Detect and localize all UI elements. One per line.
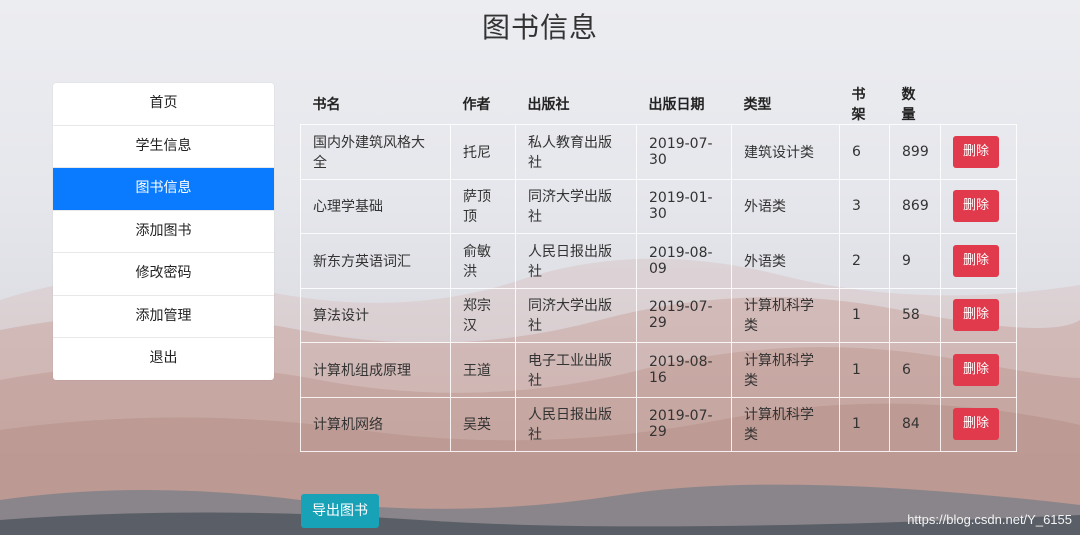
cell-quantity: 84 xyxy=(889,397,941,452)
cell-shelf: 2 xyxy=(839,233,890,289)
cell-quantity: 9 xyxy=(889,233,941,289)
cell-author: 托尼 xyxy=(450,124,516,180)
export-books-button[interactable]: 导出图书 xyxy=(301,494,379,528)
cell-publish-date: 2019-07-29 xyxy=(636,397,732,452)
cell-shelf: 1 xyxy=(839,342,890,398)
table-row: 新东方英语词汇 俞敏洪 人民日报出版社 2019-08-09 外语类 2 9 删… xyxy=(300,233,1017,289)
delete-button[interactable]: 删除 xyxy=(953,299,1000,332)
cell-category: 外语类 xyxy=(731,233,840,289)
table-row: 心理学基础 萨顶顶 同济大学出版社 2019-01-30 外语类 3 869 删… xyxy=(300,179,1017,234)
header-shelf: 书架 xyxy=(851,87,866,123)
delete-button[interactable]: 删除 xyxy=(953,135,1000,168)
cell-shelf: 1 xyxy=(839,397,890,452)
cell-publisher: 私人教育出版社 xyxy=(515,124,637,180)
cell-publisher: 同济大学出版社 xyxy=(515,288,637,343)
cell-author: 吴英 xyxy=(450,397,516,452)
cell-category: 建筑设计类 xyxy=(731,124,840,180)
header-author: 作者 xyxy=(462,97,491,113)
cell-category: 外语类 xyxy=(731,179,840,234)
cell-category: 计算机科学类 xyxy=(731,342,840,398)
cell-publish-date: 2019-07-29 xyxy=(636,288,732,343)
cell-publish-date: 2019-08-16 xyxy=(636,342,732,398)
book-table-container: 书名 作者 出版社 出版日期 类型 书架 数量 国内外建筑风格大全 托尼 私人教… xyxy=(300,84,1017,452)
table-row: 计算机网络 吴英 人民日报出版社 2019-07-29 计算机科学类 1 84 … xyxy=(300,397,1017,452)
delete-button[interactable]: 删除 xyxy=(953,408,1000,441)
cell-quantity: 58 xyxy=(889,288,941,343)
cell-title: 算法设计 xyxy=(300,288,451,343)
sidebar-item-home[interactable]: 首页 xyxy=(53,83,274,126)
sidebar-item-change-password[interactable]: 修改密码 xyxy=(53,253,274,296)
cell-title: 心理学基础 xyxy=(300,179,451,234)
cell-author: 俞敏洪 xyxy=(450,233,516,289)
cell-shelf: 1 xyxy=(839,288,890,343)
cell-actions: 删除 xyxy=(940,233,1017,289)
cell-actions: 删除 xyxy=(940,288,1017,343)
header-title: 书名 xyxy=(312,97,341,113)
cell-publisher: 人民日报出版社 xyxy=(515,233,637,289)
cell-quantity: 6 xyxy=(889,342,941,398)
cell-publisher: 电子工业出版社 xyxy=(515,342,637,398)
cell-author: 王道 xyxy=(450,342,516,398)
delete-button[interactable]: 删除 xyxy=(953,190,1000,223)
cell-title: 新东方英语词汇 xyxy=(300,233,451,289)
cell-title: 计算机组成原理 xyxy=(300,342,451,398)
table-row: 国内外建筑风格大全 托尼 私人教育出版社 2019-07-30 建筑设计类 6 … xyxy=(300,124,1017,180)
header-publisher: 出版社 xyxy=(527,97,570,113)
sidebar: 首页 学生信息 图书信息 添加图书 修改密码 添加管理 退出 xyxy=(53,83,274,380)
cell-title: 计算机网络 xyxy=(300,397,451,452)
cell-actions: 删除 xyxy=(940,124,1017,180)
sidebar-item-add-admin[interactable]: 添加管理 xyxy=(53,296,274,338)
delete-button[interactable]: 删除 xyxy=(953,353,1000,386)
cell-shelf: 3 xyxy=(839,179,890,234)
cell-quantity: 899 xyxy=(889,124,941,180)
cell-publish-date: 2019-07-30 xyxy=(636,124,732,180)
sidebar-item-book-info[interactable]: 图书信息 xyxy=(53,168,274,211)
cell-author: 郑宗汉 xyxy=(450,288,516,343)
header-actions xyxy=(941,84,1017,125)
cell-actions: 删除 xyxy=(940,397,1017,452)
cell-publish-date: 2019-01-30 xyxy=(636,179,732,234)
cell-shelf: 6 xyxy=(839,124,890,180)
sidebar-item-add-book[interactable]: 添加图书 xyxy=(53,211,274,253)
cell-actions: 删除 xyxy=(940,179,1017,234)
cell-publisher: 同济大学出版社 xyxy=(515,179,637,234)
sidebar-item-logout[interactable]: 退出 xyxy=(53,338,274,380)
cell-publisher: 人民日报出版社 xyxy=(515,397,637,452)
cell-quantity: 869 xyxy=(889,179,941,234)
cell-category: 计算机科学类 xyxy=(731,288,840,343)
sidebar-item-student-info[interactable]: 学生信息 xyxy=(53,126,274,168)
cell-author: 萨顶顶 xyxy=(450,179,516,234)
header-publish-date: 出版日期 xyxy=(648,97,705,113)
page-title: 图书信息 xyxy=(481,11,598,44)
book-table: 书名 作者 出版社 出版日期 类型 书架 数量 国内外建筑风格大全 托尼 私人教… xyxy=(300,84,1017,452)
delete-button[interactable]: 删除 xyxy=(953,244,1000,277)
cell-category: 计算机科学类 xyxy=(731,397,840,452)
table-row: 算法设计 郑宗汉 同济大学出版社 2019-07-29 计算机科学类 1 58 … xyxy=(300,288,1017,343)
header-category: 类型 xyxy=(743,97,772,113)
watermark: https://blog.csdn.net/Y_6155 xyxy=(907,512,1072,527)
header-quantity: 数量 xyxy=(901,87,916,123)
cell-publish-date: 2019-08-09 xyxy=(636,233,732,289)
cell-actions: 删除 xyxy=(940,342,1017,398)
table-header-row: 书名 作者 出版社 出版日期 类型 书架 数量 xyxy=(301,84,1017,125)
cell-title: 国内外建筑风格大全 xyxy=(300,124,451,180)
table-row: 计算机组成原理 王道 电子工业出版社 2019-08-16 计算机科学类 1 6… xyxy=(300,342,1017,398)
